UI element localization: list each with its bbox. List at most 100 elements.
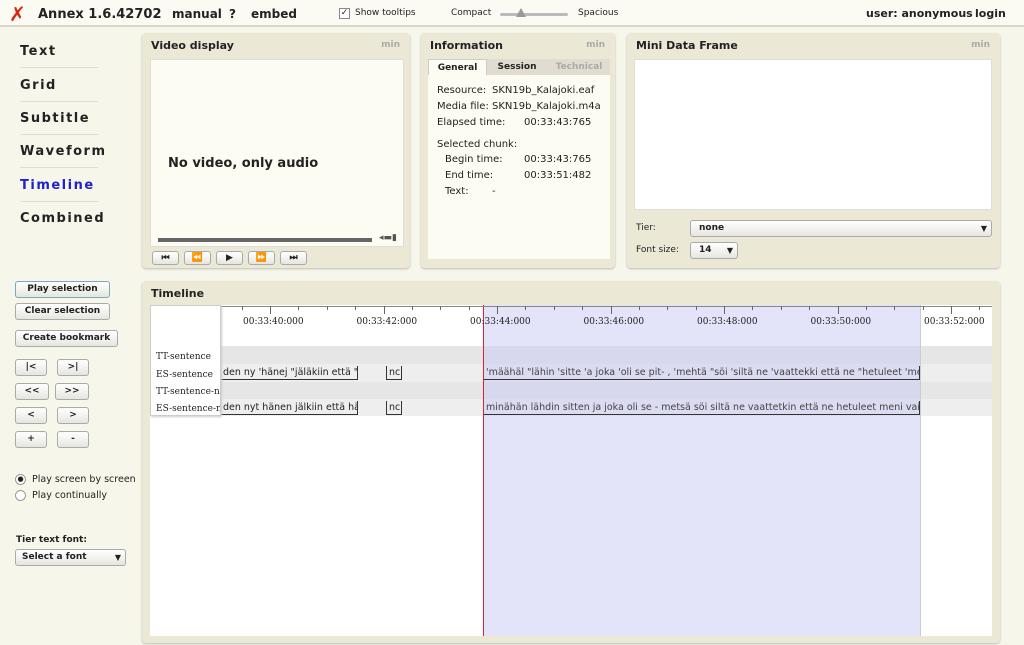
media-label: Media file: — [437, 101, 489, 112]
volume-icon[interactable]: ◂▬▮ — [379, 233, 397, 243]
font-size-select[interactable]: 14 ▼ — [690, 242, 738, 259]
ruler-line — [221, 306, 992, 307]
play-screen-label: Play screen by screen — [32, 474, 136, 485]
rewind-button[interactable]: ⏪ — [184, 251, 211, 265]
tier-font-label: Tier text font: — [16, 535, 87, 545]
tier-label: Tier: — [636, 223, 656, 233]
minimize-button[interactable]: min — [586, 40, 605, 50]
minimize-button[interactable]: min — [381, 40, 400, 50]
chunk-label: Selected chunk: — [437, 139, 518, 150]
ruler-tick — [326, 306, 328, 310]
create-bookmark-button[interactable]: Create bookmark — [15, 330, 118, 347]
nav-timeline[interactable]: Timeline — [20, 178, 98, 202]
elapsed-value: 00:33:43:765 — [524, 117, 592, 128]
nav-grid[interactable]: Grid — [20, 78, 98, 102]
embed-link[interactable]: embed — [251, 7, 297, 21]
ruler-tick — [497, 306, 498, 314]
manual-link[interactable]: manual — [172, 7, 222, 21]
login-link[interactable]: login — [975, 7, 1006, 20]
skip-end-button[interactable]: ⏭ — [280, 251, 307, 265]
tooltips-checkbox[interactable]: ✓ — [339, 8, 350, 19]
text-value: - — [492, 186, 496, 197]
ruler-tick — [667, 306, 669, 310]
ruler-tick-label: 00:33:42:000 — [356, 317, 418, 327]
annotation[interactable]: den ny 'hänej "jäläkiin että "hää 'c — [221, 366, 358, 380]
annotation[interactable]: den nyt hänen jälkiin että hän op — [221, 401, 358, 415]
tooltips-label: Show tooltips — [355, 8, 416, 18]
minimize-button[interactable]: min — [971, 40, 990, 50]
ruler-tick — [270, 306, 271, 314]
video-area: No video, only audio ◂▬▮ — [150, 59, 404, 247]
tier-label[interactable]: ES-sentence-no — [156, 404, 220, 414]
ruler-tick — [383, 306, 385, 314]
tier-label[interactable]: ES-sentence — [156, 370, 213, 380]
skip-start-button[interactable]: ⏮ — [152, 251, 179, 265]
information-panel: Information min General Session Technica… — [421, 33, 615, 268]
panel-title: Timeline — [151, 287, 205, 300]
nav-subtitle[interactable]: Subtitle — [20, 111, 98, 135]
ruler-tick — [951, 306, 952, 314]
chevron-down-icon: ▼ — [980, 224, 987, 233]
text-label: Text: — [445, 186, 469, 197]
timeline-area[interactable]: 00:33:40:000 00:33:42:000 00:33:44:000 00:3… — [150, 305, 992, 636]
annotation[interactable]: nc — [386, 366, 402, 380]
tab-session[interactable]: Session — [488, 59, 546, 75]
end-label: End time: — [445, 170, 494, 181]
tier-font-select[interactable]: Select a font ▼ — [15, 549, 126, 566]
annotation[interactable]: 'määhäl "lähin 'sitte 'a joka 'oli se pi… — [484, 366, 920, 380]
play-continually-label: Play continually — [32, 490, 108, 501]
first-button[interactable]: |< — [15, 359, 47, 376]
zoom-in-button[interactable]: + — [15, 431, 47, 448]
chevron-down-icon: ▼ — [726, 246, 733, 255]
font-size-value: 14 — [699, 245, 712, 255]
tier-label[interactable]: TT-sentence-no — [156, 387, 220, 397]
help-link[interactable]: ? — [229, 7, 236, 21]
play-screen-radio[interactable]: ● — [15, 474, 26, 485]
play-button[interactable]: ▶ — [216, 251, 243, 265]
nav-text[interactable]: Text — [20, 44, 98, 68]
page-back-button[interactable]: << — [15, 383, 49, 400]
play-continually-radio[interactable] — [15, 490, 26, 501]
play-selection-button[interactable]: Play selection — [15, 281, 110, 298]
tab-general[interactable]: General — [428, 59, 487, 76]
media-value: SKN19b_Kalajoki.m4a — [492, 101, 601, 112]
ruler-tick — [553, 306, 555, 310]
ruler-tick — [724, 306, 725, 314]
tier-label[interactable]: TT-sentence — [156, 352, 211, 362]
zoom-out-button[interactable]: - — [57, 431, 89, 448]
ruler-tick — [298, 306, 300, 310]
slider-thumb[interactable] — [516, 8, 526, 17]
nav-waveform[interactable]: Waveform — [20, 144, 105, 168]
ruler-tick — [780, 306, 782, 310]
playhead-cursor[interactable] — [483, 305, 484, 636]
ruler-tick — [638, 306, 640, 310]
resource-label: Resource: — [437, 85, 487, 96]
density-slider[interactable] — [500, 8, 568, 17]
chevron-down-icon: ▼ — [114, 553, 121, 562]
panel-title: Video display — [151, 39, 234, 52]
compact-label: Compact — [451, 8, 492, 18]
forward-button[interactable]: ⏩ — [248, 251, 275, 265]
seek-bar[interactable] — [158, 238, 372, 242]
ruler-tick — [894, 306, 896, 310]
selection-region[interactable] — [483, 305, 920, 636]
clear-selection-button[interactable]: Clear selection — [15, 303, 110, 320]
annotation[interactable]: nc — [386, 401, 402, 415]
last-button[interactable]: >| — [57, 359, 89, 376]
ruler-tick — [411, 306, 413, 310]
page-forward-button[interactable]: >> — [55, 383, 89, 400]
step-forward-button[interactable]: > — [57, 407, 89, 424]
mini-data-frame-panel: Mini Data Frame min Tier: none ▼ Font siz… — [627, 33, 1000, 268]
user-label: user: anonymous — [866, 7, 973, 20]
mini-data-area — [634, 59, 992, 210]
resource-value: SKN19b_Kalajoki.eaf — [492, 85, 595, 96]
tier-select[interactable]: none ▼ — [690, 220, 992, 237]
annotation[interactable]: minähän lähdin sitten ja joka oli se - m… — [484, 401, 920, 415]
nav-combined[interactable]: Combined — [20, 211, 104, 234]
ruler-tick-label: 00:33:50:000 — [810, 317, 872, 327]
step-back-button[interactable]: < — [15, 407, 47, 424]
font-size-label: Font size: — [636, 245, 679, 255]
tier-font-value: Select a font — [22, 552, 87, 562]
tab-technical[interactable]: Technical — [548, 59, 610, 75]
panel-title: Mini Data Frame — [636, 39, 738, 52]
